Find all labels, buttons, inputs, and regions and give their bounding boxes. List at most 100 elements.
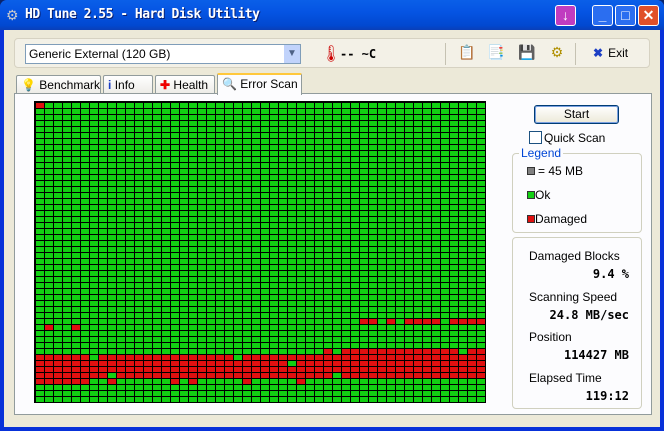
download-button[interactable]: ↓ — [555, 5, 576, 26]
ok-block — [351, 187, 359, 192]
ok-block — [126, 127, 134, 132]
ok-block — [99, 337, 107, 342]
ok-block — [72, 265, 80, 270]
damaged-block — [477, 367, 485, 372]
ok-block — [324, 325, 332, 330]
ok-block — [441, 247, 449, 252]
save-icon[interactable]: 💾 — [518, 44, 536, 62]
ok-block — [477, 169, 485, 174]
tab-error-scan[interactable]: 🔍 Error Scan — [217, 73, 302, 95]
ok-block — [396, 199, 404, 204]
ok-block — [207, 391, 215, 396]
drive-select[interactable]: Generic External (120 GB) ▼ — [25, 44, 301, 64]
ok-block — [450, 271, 458, 276]
ok-block — [369, 343, 377, 348]
ok-block — [72, 151, 80, 156]
tab-health[interactable]: ✚ Health — [155, 75, 215, 94]
maximize-button[interactable]: □ — [615, 5, 636, 26]
ok-block — [45, 211, 53, 216]
damaged-block — [378, 361, 386, 366]
ok-block — [252, 379, 260, 384]
ok-block — [216, 205, 224, 210]
ok-block — [45, 181, 53, 186]
ok-block — [72, 397, 80, 402]
ok-block — [423, 259, 431, 264]
ok-block — [243, 385, 251, 390]
ok-block — [351, 259, 359, 264]
ok-block — [351, 319, 359, 324]
ok-block — [261, 253, 269, 258]
ok-block — [108, 259, 116, 264]
ok-block — [36, 349, 44, 354]
start-button[interactable]: Start — [534, 105, 619, 124]
ok-block — [477, 109, 485, 114]
ok-block — [441, 313, 449, 318]
ok-block — [423, 379, 431, 384]
title-bar[interactable]: ⚙ HD Tune 2.55 - Hard Disk Utility ↓ _ □… — [0, 0, 664, 30]
ok-block — [243, 259, 251, 264]
ok-block — [477, 289, 485, 294]
ok-block — [315, 145, 323, 150]
ok-block — [207, 229, 215, 234]
ok-block — [81, 319, 89, 324]
ok-block — [117, 265, 125, 270]
quick-scan-checkbox[interactable]: Quick Scan — [529, 131, 605, 145]
copy-icon[interactable]: 📋 — [458, 44, 476, 62]
ok-block — [441, 109, 449, 114]
ok-block — [252, 301, 260, 306]
close-button[interactable]: ✕ — [638, 5, 659, 26]
ok-block — [405, 259, 413, 264]
ok-block — [171, 139, 179, 144]
ok-block — [252, 343, 260, 348]
ok-block — [423, 343, 431, 348]
exit-button[interactable]: ✖ Exit — [593, 46, 628, 60]
ok-block — [108, 247, 116, 252]
ok-block — [423, 175, 431, 180]
ok-block — [333, 397, 341, 402]
damaged-block — [432, 319, 440, 324]
ok-block — [90, 223, 98, 228]
minimize-button[interactable]: _ — [592, 5, 613, 26]
ok-block — [387, 331, 395, 336]
damaged-block — [315, 367, 323, 372]
ok-block — [252, 253, 260, 258]
ok-block — [180, 301, 188, 306]
ok-block — [306, 385, 314, 390]
ok-block — [162, 217, 170, 222]
damaged-block — [90, 361, 98, 366]
tab-benchmark[interactable]: 💡 Benchmark — [16, 75, 101, 94]
ok-block — [459, 103, 467, 108]
ok-block — [108, 127, 116, 132]
damaged-block — [279, 361, 287, 366]
ok-block — [234, 319, 242, 324]
ok-block — [270, 157, 278, 162]
damaged-block — [216, 367, 224, 372]
ok-block — [252, 349, 260, 354]
checkbox-box[interactable] — [529, 131, 542, 144]
damaged-block — [144, 361, 152, 366]
ok-block — [36, 175, 44, 180]
ok-block — [315, 247, 323, 252]
ok-block — [90, 397, 98, 402]
ok-block — [423, 397, 431, 402]
ok-block — [351, 181, 359, 186]
chevron-down-icon[interactable]: ▼ — [284, 45, 300, 63]
ok-block — [225, 247, 233, 252]
ok-block — [207, 109, 215, 114]
ok-block — [360, 193, 368, 198]
ok-block — [369, 241, 377, 246]
copy-all-icon[interactable]: 📑 — [487, 44, 505, 62]
tab-info[interactable]: i Info — [103, 75, 153, 94]
ok-block — [135, 337, 143, 342]
ok-block — [153, 175, 161, 180]
options-icon[interactable]: ⚙ — [548, 44, 566, 62]
damaged-block — [342, 367, 350, 372]
ok-block — [144, 331, 152, 336]
ok-block — [243, 169, 251, 174]
ok-block — [54, 133, 62, 138]
ok-block — [369, 379, 377, 384]
ok-block — [135, 157, 143, 162]
ok-block — [288, 205, 296, 210]
ok-block — [432, 199, 440, 204]
ok-block — [216, 217, 224, 222]
